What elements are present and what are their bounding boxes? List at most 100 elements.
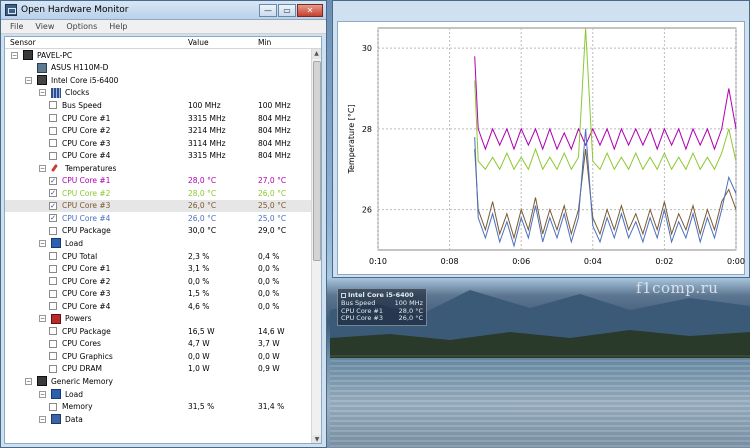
- expand-collapse-icon[interactable]: −: [25, 377, 32, 385]
- tree-row[interactable]: − Load: [5, 237, 321, 250]
- menu-help[interactable]: Help: [103, 22, 133, 31]
- temp-icon: [51, 163, 61, 173]
- expand-collapse-icon[interactable]: −: [39, 315, 46, 323]
- tree-row[interactable]: CPU Core #4 4,6 % 0,0 %: [5, 300, 321, 313]
- plot-checkbox[interactable]: ✓: [49, 189, 57, 198]
- sensor-label: CPU Core #3: [62, 289, 111, 299]
- tree-row[interactable]: Bus Speed 100 MHz 100 MHz: [5, 99, 321, 112]
- tree-row[interactable]: CPU Core #1 3,1 % 0,0 %: [5, 262, 321, 275]
- sensor-label: Load: [65, 389, 83, 399]
- plot-checkbox[interactable]: [49, 139, 57, 148]
- column-value-header[interactable]: Value: [188, 38, 209, 47]
- tree-row[interactable]: − Temperatures: [5, 162, 321, 175]
- menu-options[interactable]: Options: [60, 22, 103, 31]
- column-min-header[interactable]: Min: [258, 38, 271, 47]
- sensor-value: 3214 MHz: [188, 126, 226, 136]
- app-icon: [5, 4, 17, 16]
- tree-row[interactable]: − Generic Memory: [5, 375, 321, 388]
- plot-checkbox[interactable]: [49, 126, 57, 135]
- sensor-label: Intel Core i5-6400: [51, 75, 119, 85]
- tree-row[interactable]: − Clocks: [5, 87, 321, 100]
- close-button[interactable]: ✕: [297, 3, 323, 17]
- menu-file[interactable]: File: [4, 22, 29, 31]
- tree-row[interactable]: CPU Package 30,0 °C 29,0 °C: [5, 225, 321, 238]
- tree-row[interactable]: CPU DRAM 1,0 W 0,9 W: [5, 363, 321, 376]
- tree-row[interactable]: CPU Core #3 1,5 % 0,0 %: [5, 287, 321, 300]
- scroll-up-arrow-icon[interactable]: ▲: [312, 49, 321, 59]
- tree-row[interactable]: − Powers: [5, 312, 321, 325]
- tree-row[interactable]: ✓ CPU Core #3 26,0 °C 25,0 °C: [5, 199, 321, 213]
- plot-checkbox[interactable]: [49, 226, 57, 235]
- title-bar[interactable]: Open Hardware Monitor — ▭ ✕: [1, 1, 326, 20]
- sensor-label: CPU Core #3: [62, 201, 111, 211]
- plot-checkbox[interactable]: [49, 364, 57, 373]
- plot-checkbox[interactable]: [49, 302, 57, 311]
- plot-checkbox[interactable]: [49, 264, 57, 273]
- x-tick-label: 0:02: [655, 257, 673, 266]
- tree-row[interactable]: ASUS H110M-D: [5, 62, 321, 75]
- sensor-min: 0,9 W: [258, 364, 280, 374]
- plot-checkbox[interactable]: ✓: [49, 176, 57, 185]
- sensor-min: 27,0 °C: [258, 176, 287, 186]
- sensor-value: 1,0 W: [188, 364, 210, 374]
- column-sensor-header[interactable]: Sensor: [10, 38, 36, 47]
- plot-checkbox[interactable]: [49, 277, 57, 286]
- tree-row[interactable]: CPU Graphics 0,0 W 0,0 W: [5, 350, 321, 363]
- tree-row[interactable]: ✓ CPU Core #4 26,0 °C 25,0 °C: [5, 212, 321, 225]
- tree-row[interactable]: CPU Core #3 3114 MHz 804 MHz: [5, 137, 321, 150]
- sensor-min: 804 MHz: [258, 151, 291, 161]
- data-icon: [51, 414, 61, 425]
- plot-checkbox[interactable]: ✓: [49, 201, 57, 210]
- plot-checkbox[interactable]: [49, 101, 57, 110]
- minimize-button[interactable]: —: [259, 3, 277, 17]
- expand-collapse-icon[interactable]: −: [39, 239, 46, 247]
- tree-row[interactable]: ✓ CPU Core #1 28,0 °C 27,0 °C: [5, 174, 321, 187]
- sensor-gadget[interactable]: Intel Core i5-6400 Bus Speed 100 MHz CPU C…: [337, 288, 427, 326]
- tree-row[interactable]: CPU Core #4 3315 MHz 804 MHz: [5, 149, 321, 162]
- sensor-tree-panel: Sensor Value Min − PAVEL-PC ASUS H110M-D − I…: [4, 36, 322, 444]
- plot-checkbox[interactable]: [49, 151, 57, 160]
- expand-collapse-icon[interactable]: −: [39, 164, 46, 172]
- lake-reflection: [330, 355, 750, 448]
- tree-row[interactable]: CPU Core #2 3214 MHz 804 MHz: [5, 124, 321, 137]
- plot-checkbox[interactable]: [49, 289, 57, 298]
- tree-row[interactable]: CPU Core #1 3315 MHz 804 MHz: [5, 112, 321, 125]
- expand-collapse-icon[interactable]: −: [25, 76, 32, 84]
- plot-checkbox[interactable]: [49, 252, 57, 261]
- scroll-thumb[interactable]: [313, 61, 321, 261]
- plot-checkbox[interactable]: [49, 352, 57, 361]
- plot-checkbox[interactable]: [49, 114, 57, 122]
- sensor-label: CPU Core #2: [62, 188, 111, 198]
- tree-row[interactable]: CPU Cores 4,7 W 3,7 W: [5, 338, 321, 351]
- menu-view[interactable]: View: [29, 22, 60, 31]
- sensor-value: 100 MHz: [188, 100, 221, 110]
- tree-row[interactable]: − Intel Core i5-6400: [5, 74, 321, 87]
- sensor-value: 4,7 W: [188, 339, 210, 349]
- vertical-scrollbar[interactable]: ▲ ▼: [311, 49, 321, 443]
- tree-row[interactable]: − PAVEL-PC: [5, 49, 321, 62]
- plot-checkbox[interactable]: ✓: [49, 214, 57, 223]
- temperature-plot[interactable]: 30 28 26 0:10 0:08 0:06 0:04 0:02 0:00 Temperatur…: [337, 21, 745, 275]
- expand-collapse-icon[interactable]: −: [39, 89, 46, 97]
- expand-collapse-icon[interactable]: −: [39, 415, 46, 423]
- tree-row[interactable]: CPU Core #2 0,0 % 0,0 %: [5, 275, 321, 288]
- sensor-label: CPU Core #4: [62, 301, 111, 311]
- tree-row[interactable]: − Data: [5, 413, 321, 426]
- plot-checkbox[interactable]: [49, 339, 57, 348]
- tree-row[interactable]: − Load: [5, 388, 321, 401]
- tree-row[interactable]: CPU Total 2,3 % 0,4 %: [5, 250, 321, 263]
- tree-row[interactable]: CPU Package 16,5 W 14,6 W: [5, 325, 321, 338]
- tree-row[interactable]: Memory 31,5 % 31,4 %: [5, 400, 321, 413]
- expand-collapse-icon[interactable]: −: [39, 390, 46, 398]
- scroll-down-arrow-icon[interactable]: ▼: [312, 435, 321, 443]
- plot-checkbox[interactable]: [49, 402, 57, 411]
- maximize-button[interactable]: ▭: [278, 3, 296, 17]
- sensor-value: 26,0 °C: [188, 201, 217, 211]
- expand-collapse-icon[interactable]: −: [11, 51, 18, 59]
- sensor-label: CPU Package: [62, 326, 111, 336]
- plot-checkbox[interactable]: [49, 327, 57, 336]
- x-tick-label: 0:04: [584, 257, 602, 266]
- clock-icon: [51, 87, 61, 98]
- tree-row[interactable]: ✓ CPU Core #2 28,0 °C 26,0 °C: [5, 187, 321, 200]
- y-axis-label: Temperature [°C]: [347, 104, 356, 174]
